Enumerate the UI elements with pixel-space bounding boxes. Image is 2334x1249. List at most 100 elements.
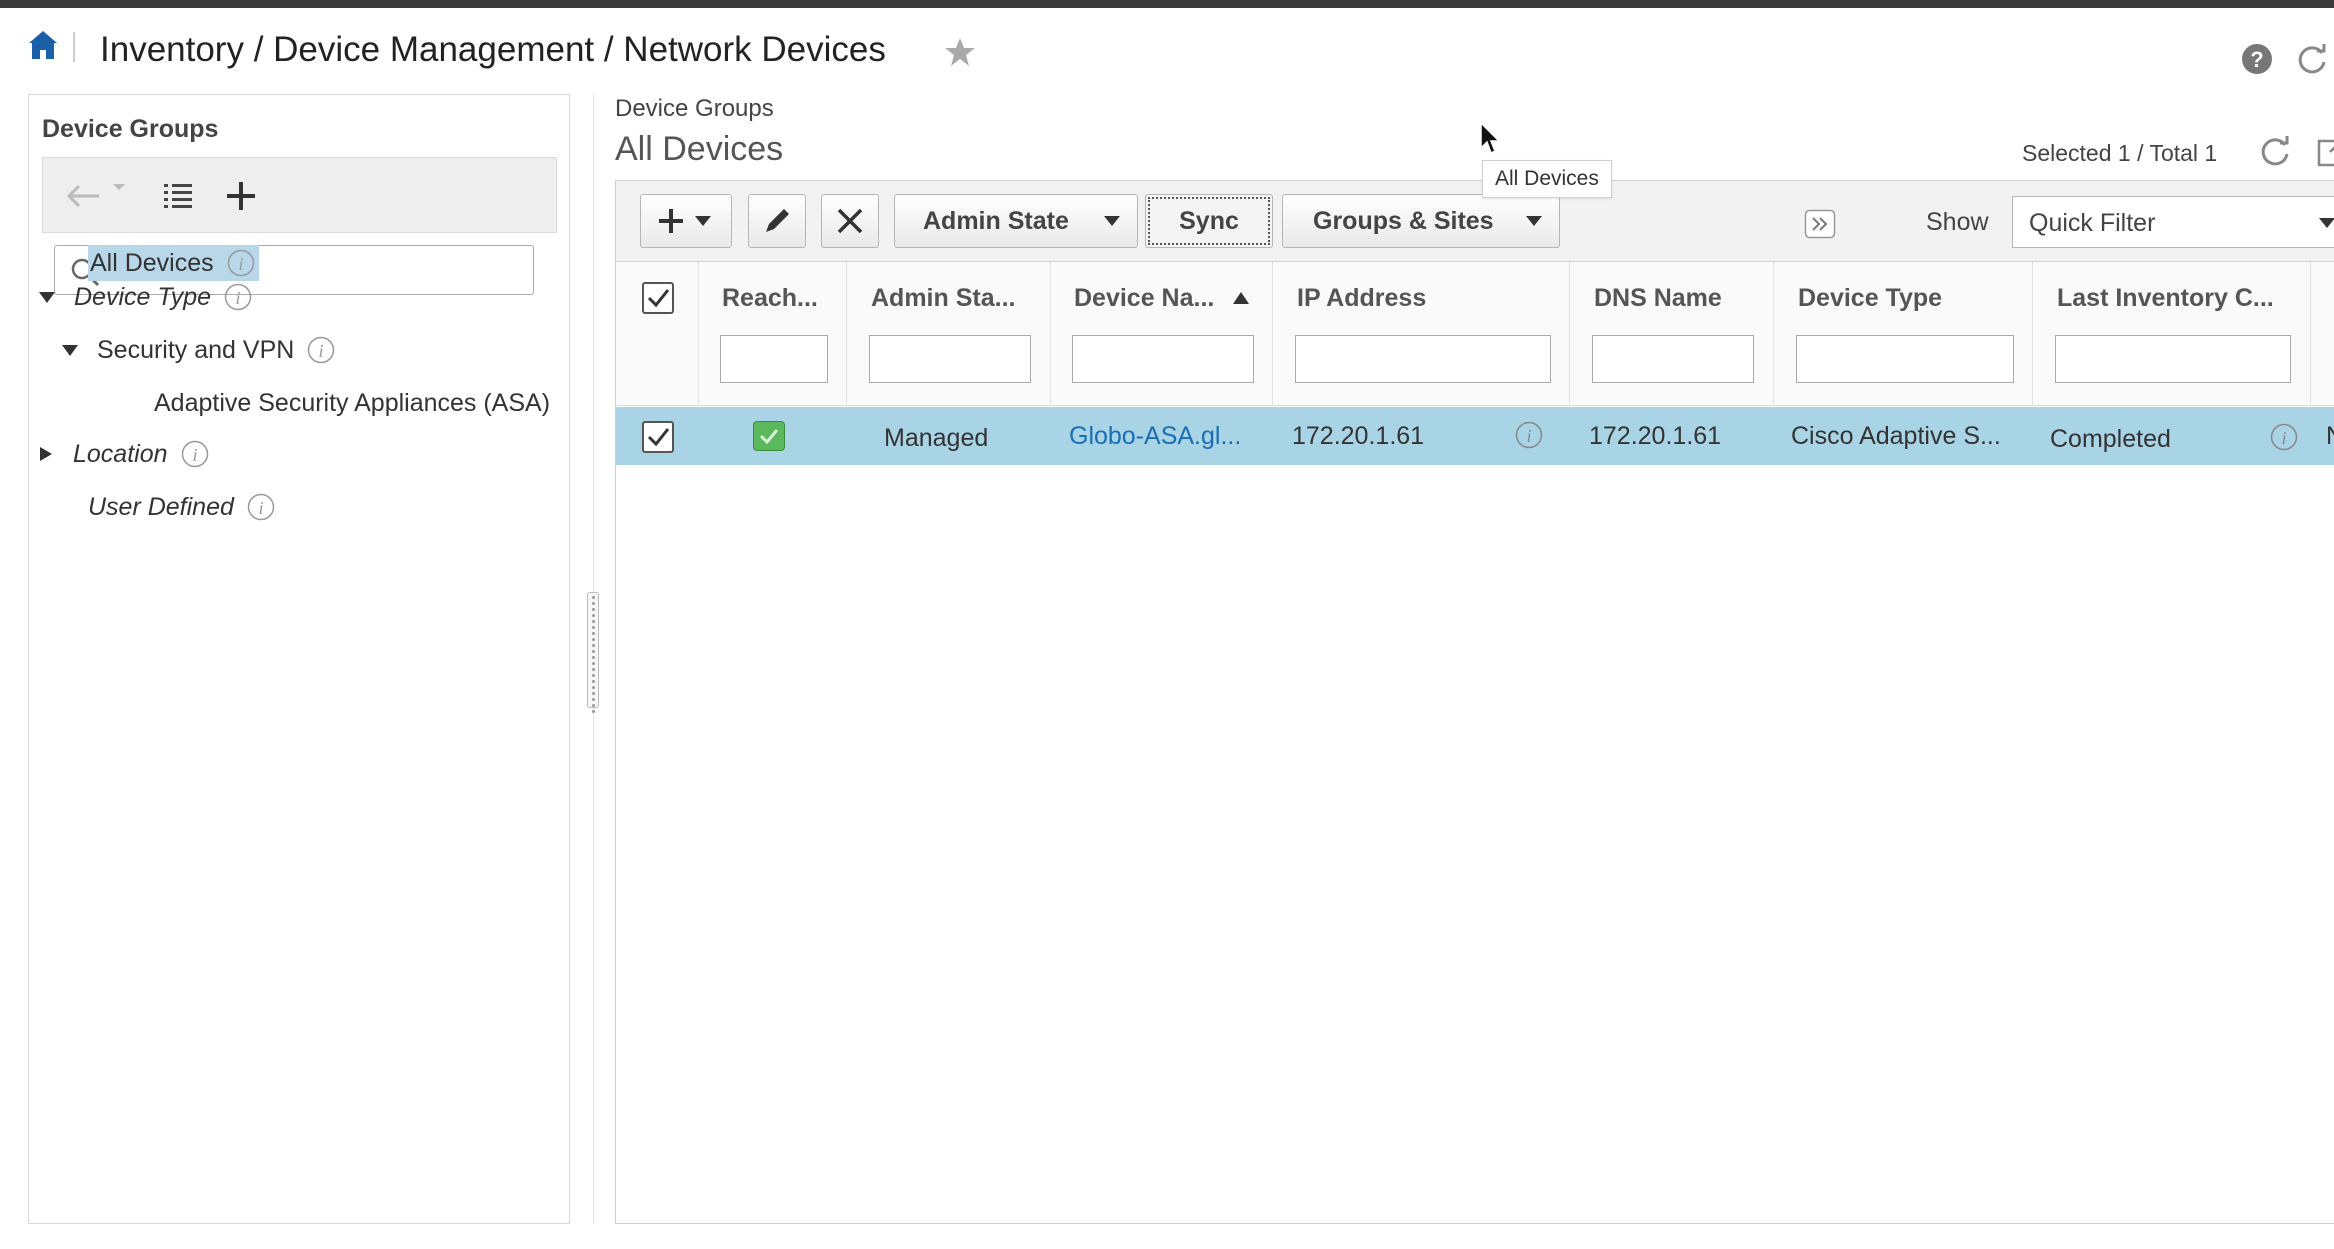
filter-input-ip-address[interactable] [1295,335,1551,383]
tree-item-location[interactable]: Location i [37,439,210,469]
info-icon[interactable]: i [223,282,253,312]
tree-label: All Devices [90,248,214,277]
info-icon[interactable]: i [246,492,276,522]
svg-text:i: i [236,288,241,308]
page-header: Inventory / Device Management / Network … [0,8,2334,86]
column-header-dns-name[interactable]: DNS Name [1594,284,1722,313]
column-header-ip-address[interactable]: IP Address [1297,284,1426,313]
grid-header: Reach... Admin Sta... Device Na... IP Ad… [616,262,2334,406]
groups-sites-label: Groups & Sites [1313,206,1494,235]
svg-text:i: i [1526,426,1531,446]
select-all-checkbox[interactable] [642,282,674,314]
page-title: All Devices [615,130,784,168]
home-icon[interactable] [26,28,60,62]
top-bar [0,0,2334,8]
tree-item-security-vpn[interactable]: Security and VPN i [61,335,336,365]
truncated-cell: N [2326,422,2334,451]
panel-title: Device Groups [42,115,219,143]
info-icon[interactable]: i [2269,422,2299,452]
show-label: Show [1926,208,1989,236]
chevron-down-icon[interactable] [38,290,56,304]
help-icon[interactable]: ? [2240,42,2274,76]
edit-button[interactable] [748,194,806,248]
filter-input-device-type[interactable] [1796,335,2014,383]
header-divider [73,32,75,62]
tree-label: Adaptive Security Appliances (ASA) [154,389,551,417]
chevron-right-icon[interactable] [37,447,55,461]
svg-text:i: i [319,341,324,361]
sync-label: Sync [1179,206,1239,235]
tree-item-asa[interactable]: Adaptive Security Appliances (ASA) [154,389,550,418]
dns-name-cell: 172.20.1.61 [1589,422,1722,450]
chevron-down-icon [2319,218,2334,228]
device-name-link[interactable]: Globo-ASA.gl... [1069,422,1241,451]
groups-sites-button[interactable]: Groups & Sites [1282,194,1560,248]
filter-input-admin-state[interactable] [869,335,1031,383]
column-header-last-inventory[interactable]: Last Inventory C... [2057,284,2274,313]
device-groups-panel: Device Groups All Devices i [28,94,570,1224]
groups-toolbar [42,157,557,233]
svg-text:i: i [238,254,243,274]
ip-address-cell: 172.20.1.61 [1292,422,1425,450]
row-checkbox[interactable] [642,421,674,453]
expand-icon[interactable] [1804,209,1836,239]
svg-text:?: ? [2250,47,2263,72]
table-row[interactable]: Managed Globo-ASA.gl... 172.20.1.61 i 17… [616,407,2334,465]
pencil-icon [766,209,789,232]
breadcrumb: Inventory / Device Management / Network … [100,30,886,69]
close-icon [837,208,863,234]
star-icon[interactable] [944,36,976,68]
column-header-device-name[interactable]: Device Na... [1074,284,1214,313]
info-icon[interactable]: i [1514,420,1544,450]
chevron-down-icon [1526,216,1542,226]
delete-button[interactable] [821,194,879,248]
tooltip: All Devices [1482,160,1612,198]
svg-text:i: i [2281,428,2286,448]
info-icon[interactable]: i [180,439,210,469]
info-icon[interactable]: i [226,248,256,278]
column-header-reachability[interactable]: Reach... [722,284,818,313]
column-header-admin-state[interactable]: Admin Sta... [871,284,1015,313]
mouse-cursor-icon [1480,122,1501,155]
add-device-button[interactable] [640,194,732,248]
refresh-icon[interactable] [2258,134,2292,168]
chevron-down-icon[interactable] [111,182,127,192]
grid-toolbar: Admin State Sync Groups & Sites Show Qui… [615,180,2334,262]
admin-state-cell: Managed [884,424,989,452]
reachable-status-icon [753,421,785,451]
list-icon[interactable] [161,178,195,212]
admin-state-button[interactable]: Admin State [894,194,1138,248]
tree-label: Device Type [74,282,212,311]
svg-text:i: i [192,445,197,465]
filter-input-last-inventory[interactable] [2055,335,2291,383]
check-icon [647,428,670,447]
info-icon[interactable]: i [306,335,336,365]
svg-text:i: i [258,498,263,518]
sync-button[interactable]: Sync [1145,194,1273,248]
column-header-device-type[interactable]: Device Type [1798,284,1942,313]
tree-label: Security and VPN [97,335,295,364]
refresh-icon[interactable] [2295,42,2329,76]
panel-splitter-handle[interactable] [587,592,599,713]
filter-input-dns-name[interactable] [1592,335,1754,383]
selection-count: Selected 1 / Total 1 [2022,140,2218,166]
device-type-cell: Cisco Adaptive S... [1791,422,2001,450]
quick-filter-value: Quick Filter [2029,209,2156,237]
admin-state-label: Admin State [923,206,1069,235]
sort-ascending-icon[interactable] [1232,291,1250,305]
back-arrow-icon[interactable] [63,180,103,212]
section-breadcrumb[interactable]: Device Groups [615,95,774,123]
check-icon [647,289,670,308]
tree-item-all-devices[interactable]: All Devices i [88,245,259,281]
add-icon[interactable] [223,178,259,214]
tree-item-device-type[interactable]: Device Type i [38,282,253,312]
quick-filter-select[interactable]: Quick Filter [2012,196,2334,248]
filter-input-reachability[interactable] [720,335,828,383]
tree-item-user-defined[interactable]: User Defined i [88,492,276,522]
filter-input-device-name[interactable] [1072,335,1254,383]
chevron-down-icon[interactable] [61,343,79,357]
export-icon[interactable] [2316,134,2334,168]
tree-label: User Defined [88,492,234,521]
tree-label: Location [73,439,168,468]
chevron-down-icon [1104,216,1120,226]
